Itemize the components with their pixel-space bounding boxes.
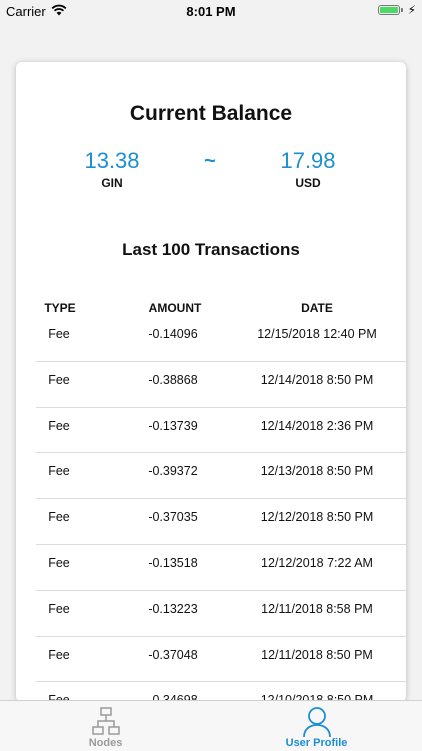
row-type: Fee bbox=[48, 555, 70, 570]
table-row: Fee -0.38868 12/14/2018 8:50 PM bbox=[36, 362, 406, 408]
row-amount: -0.37035 bbox=[148, 510, 198, 525]
network-nodes-icon bbox=[92, 707, 120, 735]
approx-separator: ~ bbox=[204, 150, 216, 172]
table-row: Fee -0.13223 12/11/2018 8:58 PM bbox=[36, 591, 406, 637]
row-amount: -0.37048 bbox=[148, 647, 198, 662]
header-amount: AMOUNT bbox=[148, 301, 202, 315]
row-amount: -0.13518 bbox=[148, 555, 198, 570]
row-amount: -0.39372 bbox=[148, 464, 198, 479]
charging-icon: ⚡ bbox=[407, 3, 416, 17]
gin-balance-value: 13.38 bbox=[84, 148, 140, 173]
balance-title: Current Balance bbox=[129, 102, 293, 125]
row-date: 12/13/2018 8:50 PM bbox=[260, 464, 374, 479]
status-bar: Carrier 8:01 PM ⚡ bbox=[0, 0, 422, 24]
row-date: 12/12/2018 7:22 AM bbox=[261, 555, 373, 570]
row-date: 12/11/2018 8:50 PM bbox=[261, 647, 373, 662]
row-amount: -0.38868 bbox=[148, 372, 198, 387]
row-amount: -0.13739 bbox=[148, 418, 198, 433]
row-amount: -0.14096 bbox=[148, 327, 198, 341]
header-type: TYPE bbox=[44, 301, 76, 315]
battery-tip bbox=[401, 8, 403, 12]
table-row: Fee -0.13518 12/12/2018 7:22 AM bbox=[36, 545, 406, 591]
transactions-title: Last 100 Transactions bbox=[122, 240, 300, 259]
header-date: DATE bbox=[301, 301, 333, 315]
row-amount: -0.13223 bbox=[148, 601, 198, 616]
row-type: Fee bbox=[48, 510, 70, 525]
table-row: Fee -0.13739 12/14/2018 2:36 PM bbox=[36, 408, 406, 454]
clock: 8:01 PM bbox=[186, 4, 236, 19]
row-type: Fee bbox=[48, 418, 70, 433]
usd-balance-value: 17.98 bbox=[280, 148, 336, 173]
row-date: 12/11/2018 8:58 PM bbox=[261, 601, 373, 616]
tab-user-profile[interactable]: User Profile bbox=[211, 701, 422, 751]
tab-nodes[interactable]: Nodes bbox=[0, 701, 211, 751]
tab-user-profile-label: User Profile bbox=[285, 737, 348, 749]
battery-icon bbox=[378, 5, 400, 15]
row-date: 12/12/2018 8:50 PM bbox=[260, 510, 374, 525]
table-row: Fee -0.39372 12/13/2018 8:50 PM bbox=[36, 453, 406, 500]
row-type: Fee bbox=[48, 601, 70, 616]
tab-nodes-label: Nodes bbox=[88, 737, 123, 749]
table-row: Fee -0.37048 12/11/2018 8:50 PM bbox=[36, 637, 406, 683]
transactions-list[interactable]: Fee -0.14096 12/15/2018 12:40 PM Fee -0.… bbox=[36, 316, 406, 702]
row-date: 12/15/2018 12:40 PM bbox=[257, 327, 377, 341]
user-profile-icon bbox=[303, 707, 331, 737]
row-type: Fee bbox=[48, 327, 70, 341]
balance-card: Current Balance 13.38 GIN ~ 17.98 USD La… bbox=[16, 62, 406, 702]
row-type: Fee bbox=[48, 464, 70, 479]
table-row: Fee -0.14096 12/15/2018 12:40 PM bbox=[36, 316, 406, 362]
row-type: Fee bbox=[48, 372, 70, 387]
table-row: Fee -0.37035 12/12/2018 8:50 PM bbox=[36, 499, 406, 545]
tab-bar: Nodes User Profile bbox=[0, 700, 422, 751]
row-date: 12/14/2018 8:50 PM bbox=[260, 372, 374, 387]
usd-balance-unit: USD bbox=[295, 176, 321, 190]
row-date: 12/14/2018 2:36 PM bbox=[260, 418, 374, 433]
row-type: Fee bbox=[48, 647, 70, 662]
gin-balance-unit: GIN bbox=[101, 176, 123, 190]
